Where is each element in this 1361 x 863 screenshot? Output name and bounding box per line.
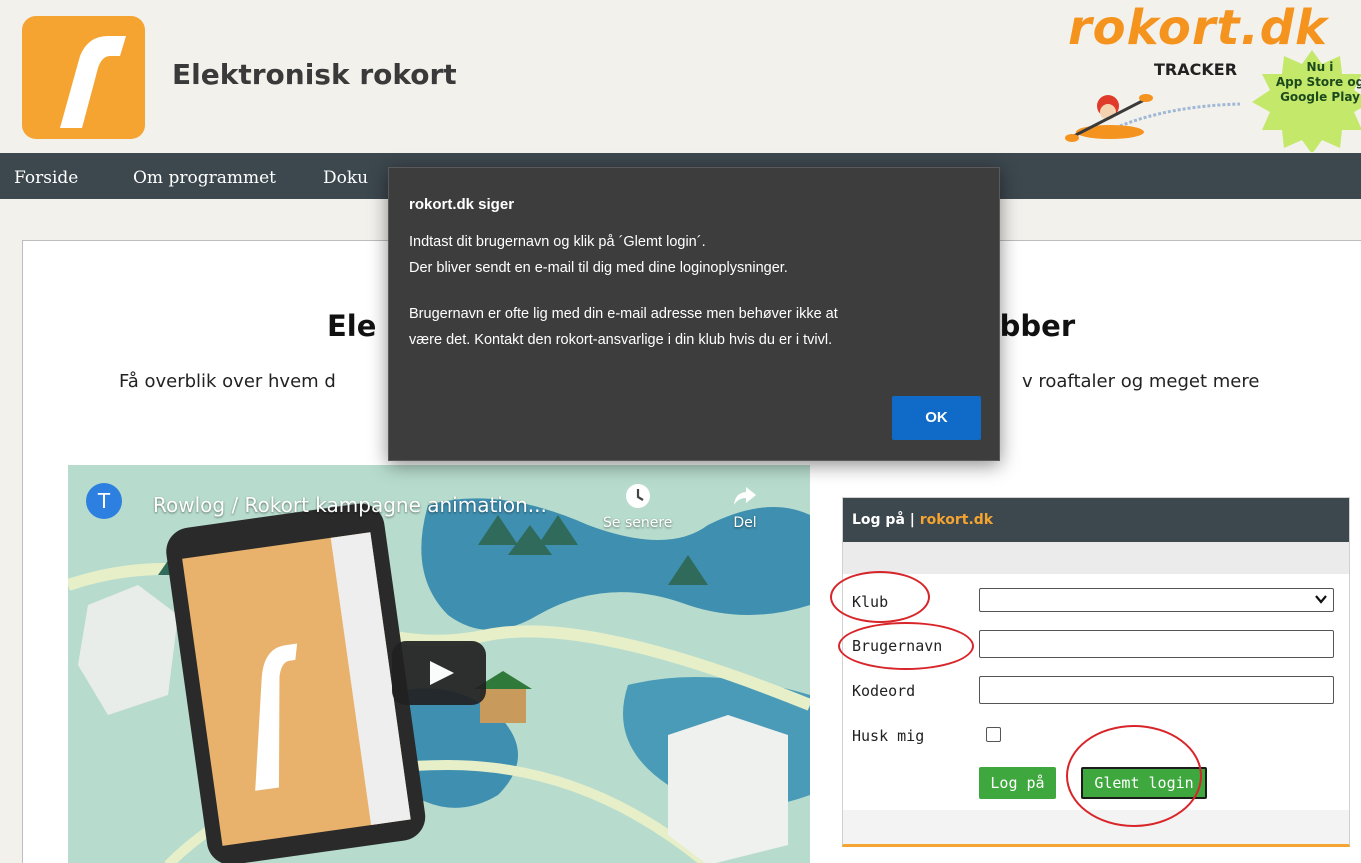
hero-title-start: Ele (327, 309, 377, 343)
watch-later-button[interactable]: Se senere (603, 483, 672, 531)
clock-icon (625, 484, 650, 508)
club-label: Klub (852, 593, 889, 611)
login-header-prefix: Log på | (852, 512, 920, 528)
hero-subtitle-end: v roaftaler og meget mere (1022, 371, 1260, 392)
remember-label: Husk mig (852, 727, 925, 745)
video-play-button[interactable] (392, 641, 486, 705)
ad-badge-line: Nu i (1306, 60, 1334, 74)
nav-item-forside[interactable]: Forside (14, 168, 78, 188)
ad-badge-line: App Store og (1275, 75, 1361, 89)
share-button[interactable]: Del (732, 483, 758, 531)
club-select[interactable] (979, 588, 1334, 612)
login-header: Log på | rokort.dk (843, 498, 1349, 542)
username-input[interactable] (979, 630, 1334, 658)
ad-badge-text: Nu i App Store og Google Play (1270, 60, 1361, 105)
login-header-brand: rokort.dk (919, 512, 994, 528)
site-header: Elektronisk rokort rokort.dk TRACKER Nu … (0, 0, 1361, 152)
video-channel-avatar[interactable]: T (86, 483, 122, 519)
chevron-down-icon (1315, 595, 1327, 604)
tracker-app-ad[interactable]: rokort.dk TRACKER Nu i App Store og Goog… (1040, 6, 1361, 152)
ad-brand-logo: rokort.dk (1068, 6, 1328, 56)
share-arrow-icon (734, 487, 756, 505)
alert-dialog: rokort.dk siger Indtast dit brugernavn o… (388, 167, 1000, 461)
hero-subtitle-start: Få overblik over hvem d (119, 371, 336, 392)
hero-subtitle: Få overblik over hvem d v roaftaler og m… (119, 371, 1259, 392)
remember-checkbox[interactable] (986, 727, 1001, 742)
watch-later-label: Se senere (603, 515, 673, 531)
dialog-ok-button[interactable]: OK (892, 396, 981, 440)
password-input[interactable] (979, 676, 1334, 704)
login-header-text: Log på | rokort.dk (852, 512, 993, 528)
dialog-message-line: Brugernavn er ofte lig med din e-mail ad… (409, 306, 838, 322)
rokort-logo[interactable] (22, 16, 145, 139)
share-label: Del (733, 515, 757, 531)
login-button[interactable]: Log på (979, 767, 1056, 799)
rokort-logo-icon (60, 36, 126, 128)
forgot-login-button[interactable]: Glemt login (1081, 767, 1207, 799)
kayaker-mascot-icon (1065, 94, 1240, 142)
site-title: Elektronisk rokort (172, 58, 457, 91)
ad-badge-line: Google Play (1280, 90, 1360, 104)
password-label: Kodeord (852, 682, 916, 700)
dialog-title: rokort.dk siger (409, 196, 515, 213)
nav-item-om-programmet[interactable]: Om programmet (133, 168, 276, 188)
video-title[interactable]: Rowlog / Rokort kampagne animation... (153, 493, 547, 517)
nav-item-dokumentation[interactable]: Doku (323, 168, 368, 188)
login-band (843, 542, 1349, 574)
dialog-message-line: være det. Kontakt den rokort-ansvarlige … (409, 332, 833, 348)
dialog-message-line: Indtast dit brugernavn og klik på ´Glemt… (409, 234, 706, 250)
video-player[interactable]: T Rowlog / Rokort kampagne animation... … (68, 465, 810, 863)
dialog-message-line: Der bliver sendt en e-mail til dig med d… (409, 260, 788, 276)
login-panel: Log på | rokort.dk Klub Brugernavn Kodeo… (842, 497, 1350, 847)
username-label: Brugernavn (852, 637, 943, 655)
